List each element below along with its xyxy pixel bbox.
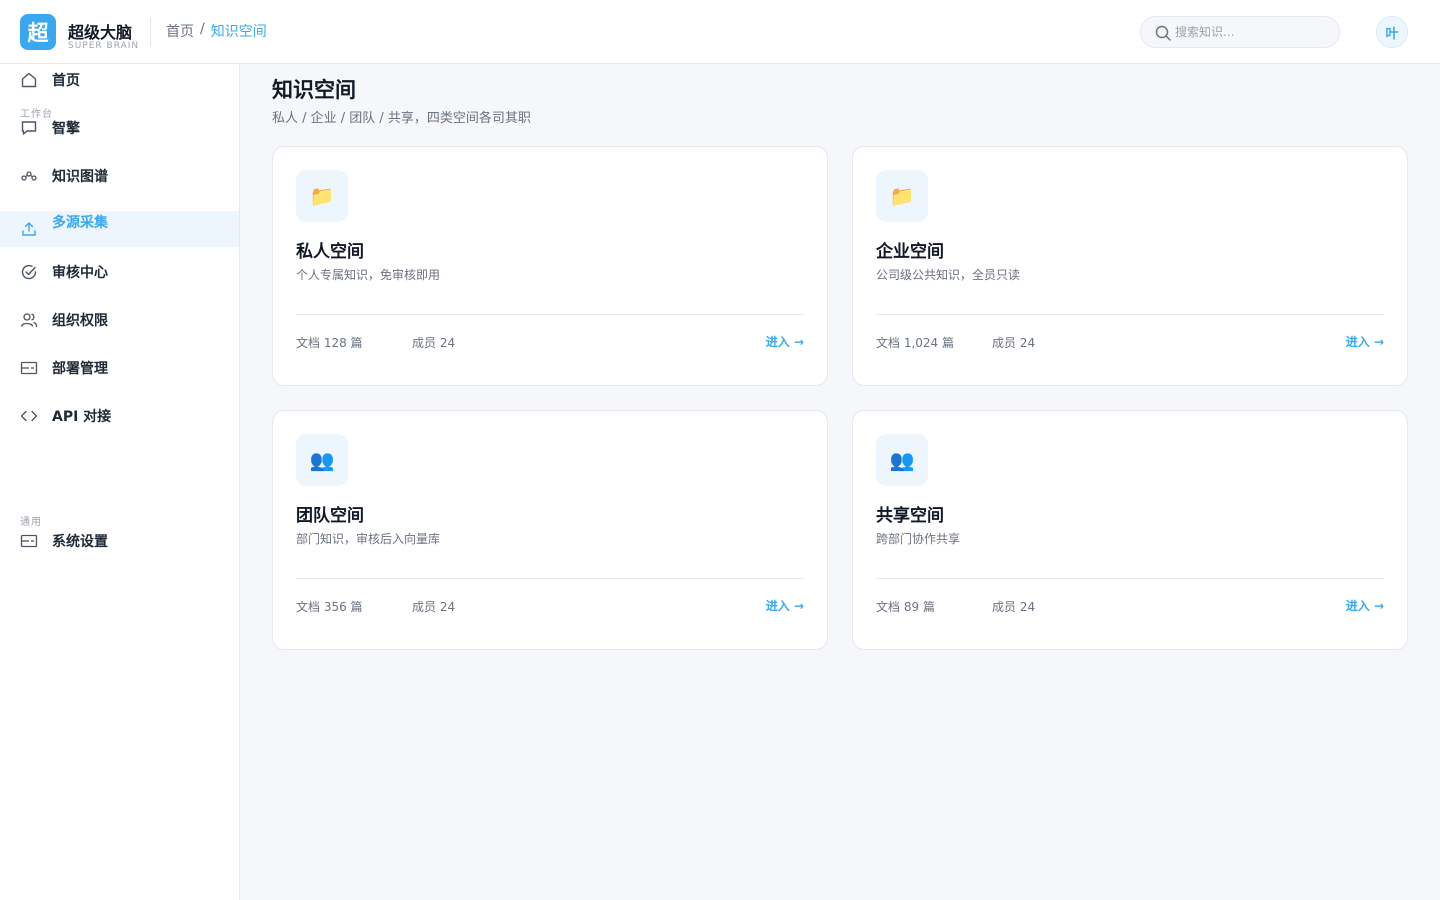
- sidebar-item-deploy[interactable]: 部署管理: [0, 350, 239, 386]
- sidebar-item-knowledge-graph[interactable]: 知识图谱: [0, 158, 239, 194]
- upload-icon: [22, 222, 36, 236]
- card-member-count: 成员 24: [992, 336, 1036, 350]
- card-description: 公司级公共知识，全员只读: [876, 268, 1021, 282]
- sidebar: 首页 工作台 智擎 知识图谱 多源采集 审核中心 组织权限 部署管理 API 对…: [0, 64, 240, 900]
- card-divider: [296, 578, 804, 579]
- sidebar-item-label: 智擎: [52, 121, 80, 137]
- sidebar-item-label: 系统设置: [52, 534, 108, 550]
- card-divider: [296, 314, 804, 315]
- logo-icon[interactable]: 超: [20, 14, 56, 50]
- card-divider: [876, 314, 1384, 315]
- sidebar-item-label: 审核中心: [52, 265, 108, 281]
- brand-name: 超级大脑: [68, 23, 133, 42]
- card-title: 团队空间: [296, 506, 364, 526]
- brand-subtitle: SUPER BRAIN: [68, 41, 140, 51]
- enter-button[interactable]: 进入 →: [766, 597, 804, 614]
- card-doc-count: 文档 89 篇: [876, 600, 935, 614]
- space-card-shared[interactable]: 👥 共享空间 跨部门协作共享 文档 89 篇 成员 24 进入 →: [852, 410, 1408, 650]
- sidebar-item-label: 组织权限: [52, 313, 108, 329]
- card-member-count: 成员 24: [412, 336, 456, 350]
- folder-icon: 📁: [296, 170, 348, 222]
- sidebar-item-zhiqing[interactable]: 智擎: [0, 110, 239, 146]
- card-member-count: 成员 24: [992, 600, 1036, 614]
- enter-button[interactable]: 进入 →: [1346, 597, 1384, 614]
- header-divider: [150, 18, 151, 46]
- chat-icon: [21, 121, 37, 135]
- check-circle-icon: [21, 264, 37, 280]
- page-subtitle: 私人 / 企业 / 团队 / 共享，四类空间各司其职: [272, 111, 531, 126]
- folder-icon: 📁: [876, 170, 928, 222]
- card-doc-count: 文档 128 篇: [296, 336, 363, 350]
- space-card-enterprise[interactable]: 📁 企业空间 公司级公共知识，全员只读 文档 1,024 篇 成员 24 进入 …: [852, 146, 1408, 386]
- card-title: 共享空间: [876, 506, 944, 526]
- sidebar-item-multi-source[interactable]: 多源采集: [0, 211, 239, 247]
- graph-icon: [21, 171, 37, 181]
- sidebar-item-home[interactable]: 首页: [0, 62, 239, 98]
- breadcrumb: 首页 / 知识空间: [166, 21, 267, 41]
- settings-icon: [20, 534, 38, 548]
- sidebar-item-api[interactable]: API 对接: [0, 398, 239, 434]
- card-description: 个人专属知识，免审核即用: [296, 268, 441, 282]
- sidebar-item-label: 多源采集: [52, 215, 108, 231]
- breadcrumb-separator: /: [200, 21, 205, 37]
- search-box[interactable]: [1140, 16, 1340, 48]
- top-header: 超 超级大脑 SUPER BRAIN 首页 / 知识空间 叶: [0, 0, 1440, 64]
- card-member-count: 成员 24: [412, 600, 456, 614]
- sidebar-item-label: API 对接: [52, 409, 112, 425]
- card-title: 企业空间: [876, 242, 944, 262]
- card-doc-count: 文档 356 篇: [296, 600, 363, 614]
- space-card-team[interactable]: 👥 团队空间 部门知识，审核后入向量库 文档 356 篇 成员 24 进入 →: [272, 410, 828, 650]
- sidebar-item-settings[interactable]: 系统设置: [0, 523, 239, 559]
- enter-button[interactable]: 进入 →: [766, 333, 804, 350]
- team-icon: 👥: [296, 434, 348, 486]
- team-icon: 👥: [876, 434, 928, 486]
- card-divider: [876, 578, 1384, 579]
- users-icon: [20, 313, 38, 328]
- page-title: 知识空间: [272, 78, 356, 102]
- card-doc-count: 文档 1,024 篇: [876, 336, 954, 350]
- sidebar-item-label: 知识图谱: [52, 169, 108, 185]
- avatar[interactable]: 叶: [1376, 16, 1408, 48]
- search-icon: [1155, 25, 1171, 41]
- sidebar-item-label: 首页: [52, 73, 80, 89]
- search-input[interactable]: [1175, 17, 1325, 47]
- sidebar-item-label: 部署管理: [52, 361, 108, 377]
- enter-button[interactable]: 进入 →: [1346, 333, 1384, 350]
- card-description: 跨部门协作共享: [876, 532, 961, 546]
- card-title: 私人空间: [296, 242, 364, 262]
- deploy-icon: [20, 361, 38, 375]
- breadcrumb-home[interactable]: 首页: [166, 21, 194, 41]
- home-icon: [21, 72, 37, 88]
- space-card-private[interactable]: 📁 私人空间 个人专属知识，免审核即用 文档 128 篇 成员 24 进入 →: [272, 146, 828, 386]
- sidebar-item-review[interactable]: 审核中心: [0, 254, 239, 290]
- code-icon: [20, 410, 38, 422]
- sidebar-item-org-permissions[interactable]: 组织权限: [0, 302, 239, 338]
- breadcrumb-current: 知识空间: [210, 24, 267, 40]
- card-description: 部门知识，审核后入向量库: [296, 532, 441, 546]
